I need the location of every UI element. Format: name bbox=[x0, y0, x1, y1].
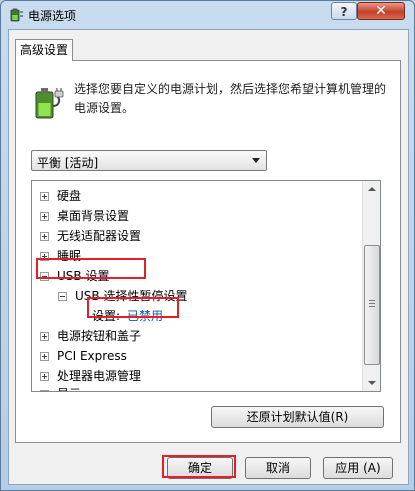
battery-plug-icon bbox=[35, 88, 64, 119]
tree-item-processor-power[interactable]: 处理器电源管理 bbox=[40, 366, 360, 386]
collapse-minus-icon[interactable] bbox=[40, 272, 49, 281]
power-plan-select[interactable]: 平衡 [活动] bbox=[31, 150, 267, 171]
tree-item-desktop-background[interactable]: 桌面背景设置 bbox=[40, 206, 360, 226]
tree-item-usb-selective-suspend[interactable]: USB 选择性暂停设置 bbox=[58, 286, 358, 306]
expand-plus-icon[interactable] bbox=[40, 390, 49, 391]
apply-button[interactable]: 应用 (A) bbox=[323, 457, 393, 479]
scroll-up-arrow-icon[interactable] bbox=[363, 181, 380, 198]
tree-item-label: USB 设置 bbox=[57, 269, 110, 283]
dialog-client-area: 高级设置 选择您要自定义的电源计划，然后选择您希望计算机管理的电源设置。 平衡 … bbox=[8, 29, 409, 485]
cancel-button[interactable]: 取消 bbox=[245, 457, 311, 479]
tree-item-label: 硬盘 bbox=[57, 189, 82, 203]
plan-description: 选择您要自定义的电源计划，然后选择您希望计算机管理的电源设置。 bbox=[74, 82, 387, 115]
tree-item-label: PCI Express bbox=[57, 349, 127, 363]
setting-value-link[interactable]: 已禁用 bbox=[127, 306, 163, 326]
expand-plus-icon[interactable] bbox=[40, 372, 49, 381]
tree-item-label: 桌面背景设置 bbox=[57, 209, 130, 223]
settings-tree[interactable]: 硬盘 桌面背景设置 无线适配器设置 睡眠 USB 设置 USB 选择性暂停设置 … bbox=[31, 180, 381, 392]
tree-item-setting-value[interactable]: 设置: 已禁用 bbox=[92, 306, 352, 326]
tree-item-label: USB 选择性暂停设置 bbox=[75, 289, 188, 303]
tree-item-usb-settings[interactable]: USB 设置 bbox=[40, 266, 360, 286]
tree-item-label: 电源按钮和盖子 bbox=[57, 329, 142, 343]
window-title: 电源选项 bbox=[28, 9, 77, 23]
expand-plus-icon[interactable] bbox=[40, 232, 49, 241]
grip-icon bbox=[369, 300, 375, 301]
tree-item-display[interactable]: 显示 bbox=[40, 384, 360, 391]
expand-plus-icon[interactable] bbox=[40, 252, 49, 261]
power-options-icon bbox=[10, 8, 23, 22]
tree-scrollbar[interactable] bbox=[362, 181, 380, 391]
tree-item-label: 显示 bbox=[57, 384, 81, 391]
tree-item-pci-express[interactable]: PCI Express bbox=[40, 346, 360, 366]
scrollbar-thumb[interactable] bbox=[364, 245, 380, 365]
tree-item-wireless-adapter[interactable]: 无线适配器设置 bbox=[40, 226, 360, 246]
power-plan-select-value: 平衡 [活动] bbox=[37, 156, 99, 170]
restore-defaults-button[interactable]: 还原计划默认值(R) bbox=[211, 406, 384, 428]
close-button[interactable]: ✕ bbox=[357, 2, 405, 20]
expand-plus-icon[interactable] bbox=[40, 332, 49, 341]
grip-icon bbox=[369, 303, 375, 304]
help-button[interactable]: ? bbox=[331, 2, 357, 20]
expand-plus-icon[interactable] bbox=[40, 192, 49, 201]
scroll-down-arrow-icon[interactable] bbox=[363, 374, 380, 391]
grip-icon bbox=[369, 306, 375, 307]
tree-item-hard-disk[interactable]: 硬盘 bbox=[40, 186, 360, 206]
expand-plus-icon[interactable] bbox=[40, 352, 49, 361]
tree-item-label: 处理器电源管理 bbox=[57, 369, 142, 383]
chevron-down-icon bbox=[252, 158, 260, 163]
tree-item-label: 无线适配器设置 bbox=[57, 229, 142, 243]
setting-label: 设置: bbox=[92, 309, 121, 323]
tree-item-sleep[interactable]: 睡眠 bbox=[40, 246, 360, 266]
collapse-minus-icon[interactable] bbox=[58, 292, 67, 301]
power-options-window: 电源选项 ? ✕ 高级设置 选择您要自定义的电源计划，然后选择您希望计算机管理的… bbox=[0, 0, 415, 491]
title-bar: 电源选项 ? ✕ bbox=[1, 1, 414, 29]
tab-advanced-settings[interactable]: 高级设置 bbox=[15, 39, 73, 61]
tree-item-label: 睡眠 bbox=[57, 249, 82, 263]
advanced-settings-panel: 选择您要自定义的电源计划，然后选择您希望计算机管理的电源设置。 平衡 [活动] … bbox=[15, 60, 401, 443]
tree-item-power-buttons-lid[interactable]: 电源按钮和盖子 bbox=[40, 326, 360, 346]
ok-button[interactable]: 确定 bbox=[167, 457, 233, 479]
expand-plus-icon[interactable] bbox=[40, 212, 49, 221]
